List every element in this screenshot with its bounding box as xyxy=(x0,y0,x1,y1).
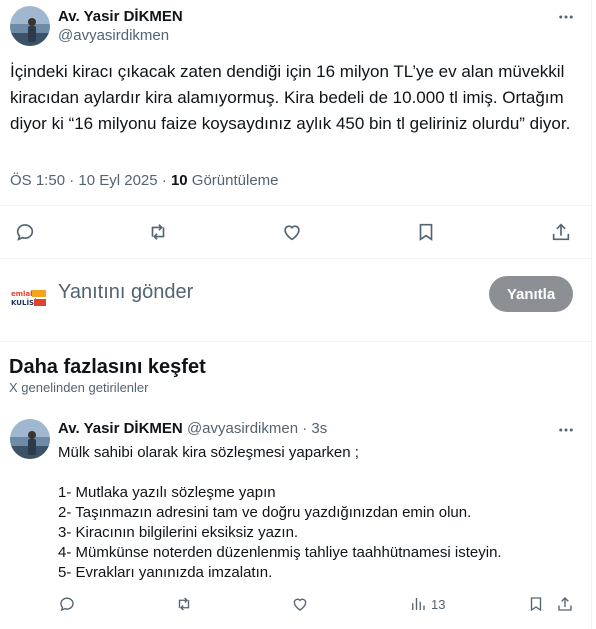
divider xyxy=(0,205,592,206)
tweet2-text[interactable]: Mülk sahibi olarak kira sözleşmesi yapar… xyxy=(58,443,578,583)
tweet2-line: 4- Mümkünse noterden düzenlenmiş tahliye… xyxy=(58,544,502,561)
discover-subtitle: X genelinden getirilenler xyxy=(9,380,149,395)
tweet2-views: 13 xyxy=(431,596,446,612)
bookmark-icon[interactable] xyxy=(527,591,545,617)
retweet-icon[interactable] xyxy=(143,217,173,247)
more-icon[interactable] xyxy=(556,7,576,27)
reply-button[interactable]: Yanıtla xyxy=(489,276,573,312)
tweet2-line: 1- Mutlaka yazılı sözleşme yapın xyxy=(58,484,276,501)
reply-input[interactable]: Yanıtını gönder xyxy=(58,281,193,304)
tweet2-time[interactable]: 3s xyxy=(311,420,327,437)
tweet2-author-name[interactable]: Av. Yasir DİKMEN xyxy=(58,420,183,437)
share-icon[interactable] xyxy=(546,217,576,247)
reply-icon[interactable] xyxy=(58,591,76,617)
tweet2-author-handle[interactable]: @avyasirdikmen xyxy=(187,420,298,437)
share-icon[interactable] xyxy=(556,591,574,617)
tweet-detail-pane: Av. Yasir DİKMEN @avyasirdikmen İçindeki… xyxy=(0,0,592,629)
views-icon[interactable]: 13 xyxy=(409,591,445,617)
more-icon[interactable] xyxy=(556,420,576,440)
like-icon[interactable] xyxy=(277,217,307,247)
author-handle-text[interactable]: @avyasirdikmen xyxy=(58,27,169,44)
tweet-text: İçindeki kiracı çıkacak zaten dendiği iç… xyxy=(10,62,571,133)
author-handle[interactable]: @avyasirdikmen xyxy=(58,27,169,45)
views-count: 10 xyxy=(170,172,188,189)
meta-separator: · xyxy=(161,172,171,189)
svg-text:emlak: emlak xyxy=(11,290,35,298)
tweet2-line xyxy=(58,463,578,483)
divider xyxy=(0,258,592,259)
views-label: Görüntüleme xyxy=(191,172,279,189)
tweet2-separator: · xyxy=(302,420,312,437)
tweet2-line: 3- Kiracının bilgilerini eksiksiz yazın. xyxy=(58,524,299,541)
author-name[interactable]: Av. Yasir DİKMEN xyxy=(58,8,183,26)
reply-icon[interactable] xyxy=(10,217,40,247)
discover-title: Daha fazlasını keşfet xyxy=(9,356,206,378)
tweet-actions xyxy=(0,217,592,251)
author-name-text[interactable]: Av. Yasir DİKMEN xyxy=(58,8,183,25)
bookmark-icon[interactable] xyxy=(411,217,441,247)
tweet2-actions: 13 xyxy=(0,591,592,617)
author-avatar[interactable] xyxy=(10,6,50,46)
tweet2-avatar[interactable] xyxy=(10,419,50,459)
like-icon[interactable] xyxy=(291,591,309,617)
tweet-meta: ÖS 1:50 · 10 Eyl 2025 · 10 Görüntüleme xyxy=(10,172,279,189)
tweet2-line: Mülk sahibi olarak kira sözleşmesi yapar… xyxy=(58,444,359,461)
tweet-time[interactable]: ÖS 1:50 · 10 Eyl 2025 xyxy=(10,172,158,189)
tweet2-line: 5- Evrakları yanınızda imzalatın. xyxy=(58,564,273,581)
emlak-kulisi-logo: emlak KULİSİ xyxy=(10,288,48,308)
retweet-icon[interactable] xyxy=(175,591,193,617)
section-divider xyxy=(0,341,592,342)
svg-text:KULİSİ: KULİSİ xyxy=(11,298,37,307)
reply-composer: emlak KULİSİ Yanıtını gönder Yanıtla xyxy=(0,266,592,326)
tweet2-line: 2- Taşınmazın adresini tam ve doğru yazd… xyxy=(58,504,472,521)
tweet2-header: Av. Yasir DİKMEN @avyasirdikmen · 3s xyxy=(58,420,327,437)
